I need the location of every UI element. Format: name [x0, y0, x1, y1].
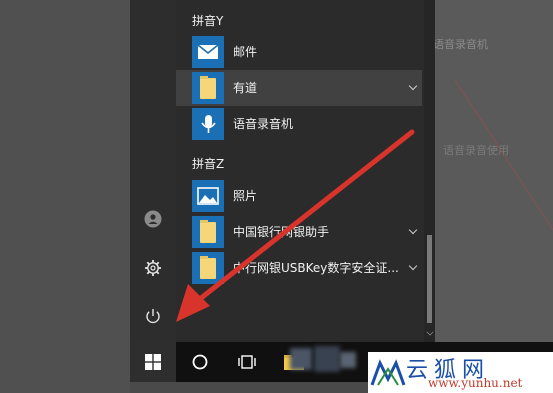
watermark: 云狐网 www.yunhu.net: [368, 352, 553, 393]
watermark-logo-icon: [370, 359, 406, 386]
annotation-arrow: [176, 129, 415, 322]
watermark-url: www.yunhu.net: [428, 376, 523, 390]
